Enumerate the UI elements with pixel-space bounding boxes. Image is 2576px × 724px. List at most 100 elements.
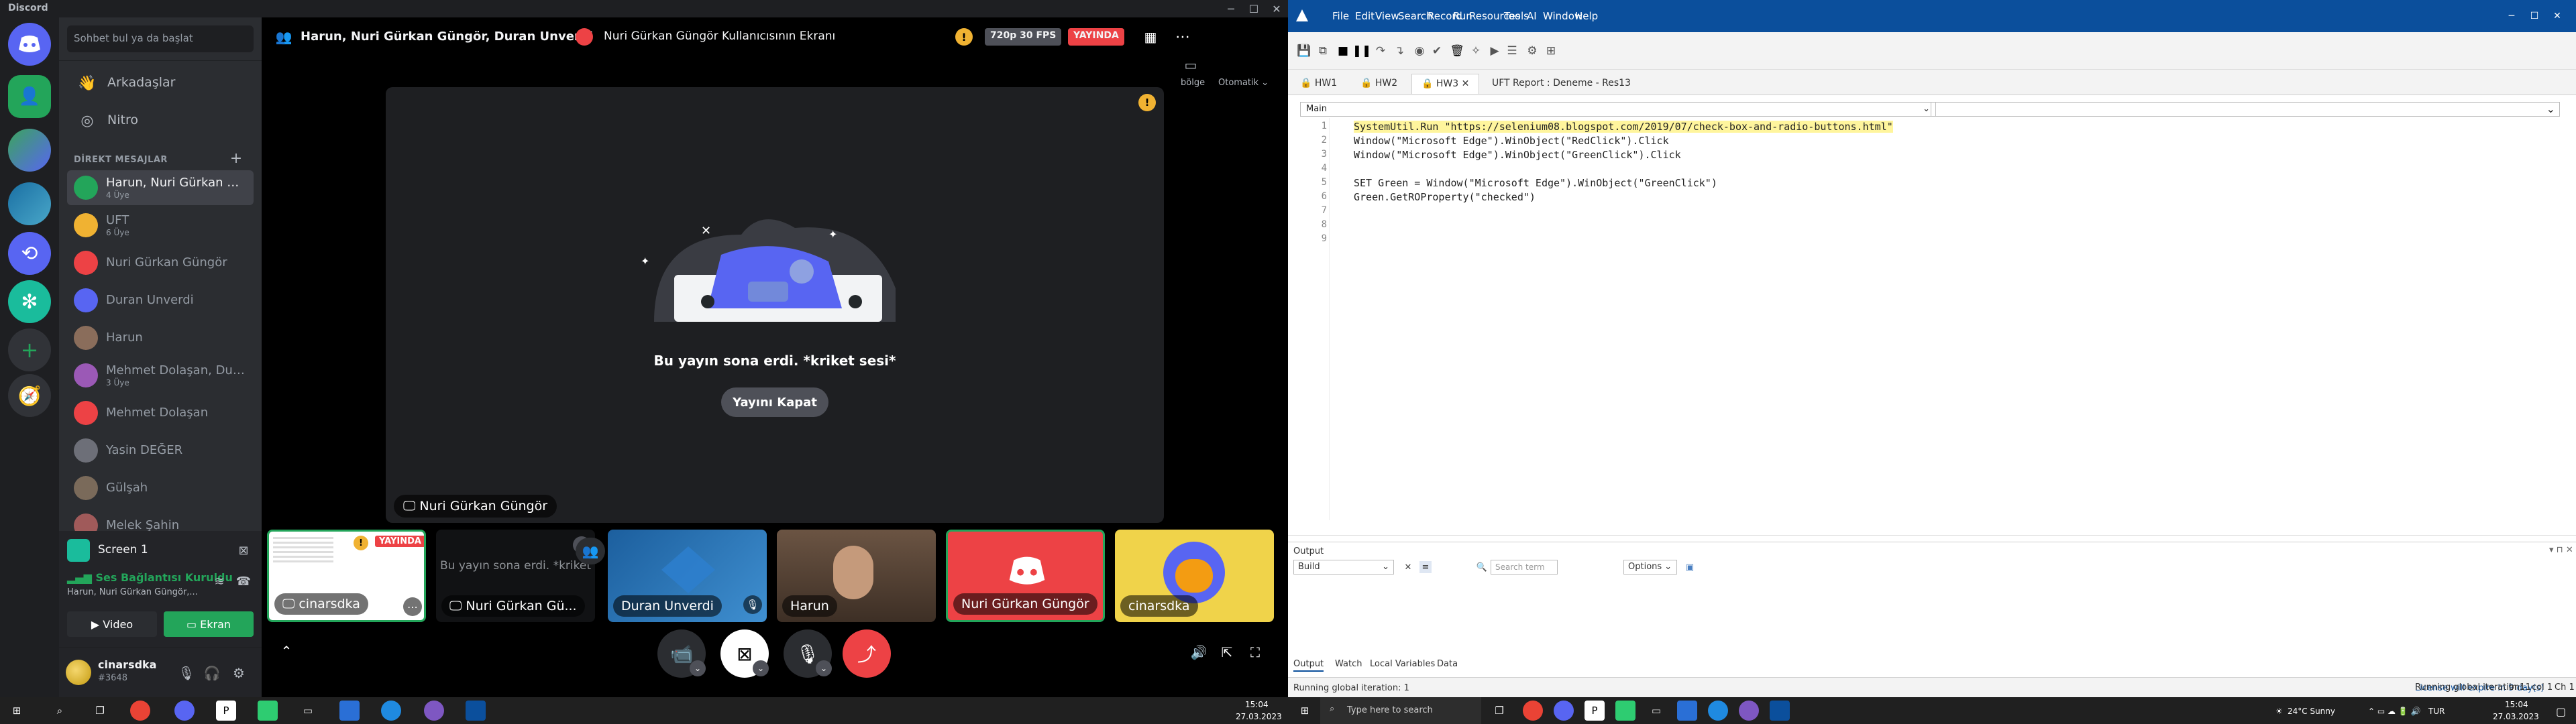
chevron-down-icon[interactable]: ⌄: [816, 660, 832, 676]
search-icon[interactable]: ⌕: [50, 701, 70, 721]
discord-taskbar-icon[interactable]: [174, 701, 195, 721]
participant-tile-duran[interactable]: Duran Unverdi 🎙: [608, 530, 767, 622]
output-tab-output[interactable]: Output: [1293, 659, 1324, 672]
add-dm-icon[interactable]: +: [228, 150, 244, 167]
server-icon-1[interactable]: 👤: [8, 75, 51, 118]
nav-friends[interactable]: 👋 Arkadaşlar: [67, 66, 254, 101]
discord-taskbar-icon[interactable]: [1554, 701, 1574, 721]
language-indicator[interactable]: TUR: [2428, 707, 2445, 716]
task-view-icon[interactable]: ❐: [90, 701, 110, 721]
app-icon-blue[interactable]: [1677, 701, 1697, 721]
participant-tile-nuri[interactable]: Nuri Gürkan Güngör: [946, 530, 1105, 622]
menu-file[interactable]: File: [1332, 10, 1349, 22]
pane-controls[interactable]: ▾ ⊓ ✕: [2549, 545, 2573, 555]
member-select[interactable]: ⌄: [1931, 102, 2560, 117]
warning-icon[interactable]: !: [1138, 94, 1156, 111]
menu-help[interactable]: Help: [1575, 10, 1598, 22]
gear-icon[interactable]: ⚙: [1524, 43, 1540, 59]
participant-tile-cinarsdka[interactable]: cinarsdka: [1115, 530, 1274, 622]
explore-icon[interactable]: 🧭: [8, 374, 51, 417]
popout-icon[interactable]: ▭: [1181, 55, 1201, 75]
dm-item[interactable]: Gülşah: [67, 471, 254, 505]
file-explorer-icon[interactable]: ▭: [1646, 701, 1666, 721]
maximize-icon[interactable]: ☐: [2526, 8, 2542, 24]
settings-icon[interactable]: ⚙: [229, 664, 248, 682]
fullscreen-icon[interactable]: ⛶: [1245, 642, 1265, 662]
dm-item[interactable]: Melek Şahin: [67, 508, 254, 532]
code-line[interactable]: SystemUtil.Run "https://selenium08.blogs…: [1354, 121, 1893, 133]
code-editor[interactable]: 1 SystemUtil.Run "https://selenium08.blog…: [1300, 118, 2571, 520]
minimize-icon[interactable]: ─: [2504, 8, 2520, 24]
object-repository-icon[interactable]: ⊞: [1543, 43, 1559, 59]
warning-icon[interactable]: !: [955, 28, 973, 46]
minimize-icon[interactable]: ─: [1220, 0, 1242, 17]
noise-icon[interactable]: ≋: [211, 572, 228, 590]
more-icon[interactable]: ⋯: [403, 597, 422, 616]
dm-item[interactable]: Yasin DEĞER: [67, 433, 254, 468]
code-line[interactable]: SET Green = Window("Microsoft Edge").Win…: [1354, 177, 1717, 189]
dm-item[interactable]: Harun, Nuri Gürkan G... 4 Üye: [67, 170, 254, 205]
output-source-select[interactable]: Build ⌄: [1293, 560, 1394, 575]
server-icon-5[interactable]: ✻: [8, 280, 51, 323]
search-input[interactable]: Search term: [1491, 560, 1558, 575]
code-line[interactable]: Green.GetROProperty("checked"): [1354, 191, 1536, 203]
search-input[interactable]: Sohbet bul ya da başlat: [67, 25, 254, 52]
participant-tile-self-stream[interactable]: YAYINDA ! 🖵 cinarsdka ⋯: [267, 530, 426, 622]
code-line[interactable]: Window("Microsoft Edge").WinObject("RedC…: [1354, 135, 1669, 147]
app-icon-k[interactable]: [258, 701, 278, 721]
delete-icon[interactable]: 🗑: [1449, 43, 1465, 59]
dm-item[interactable]: Harun: [67, 320, 254, 355]
server-icon-4[interactable]: ⟲: [8, 232, 51, 275]
file-explorer-icon[interactable]: ▭: [298, 701, 318, 721]
app-icon-blue[interactable]: [339, 701, 360, 721]
server-icon-3[interactable]: [8, 182, 51, 225]
start-icon[interactable]: ⊞: [1295, 701, 1315, 721]
chrome-icon[interactable]: [130, 701, 150, 721]
checkpoint-icon[interactable]: ✔: [1429, 43, 1445, 59]
edge-icon[interactable]: [1708, 701, 1728, 721]
task-view-icon[interactable]: ❐: [1489, 701, 1509, 721]
export-icon[interactable]: ▣: [1684, 561, 1696, 573]
close-tab-icon[interactable]: ✕: [1462, 78, 1470, 89]
participant-tile-stream-ended[interactable]: Bu yayın sona erdi. *kriket 🖵 Nuri Gürka…: [436, 530, 595, 622]
uft-taskbar-icon[interactable]: [1770, 701, 1790, 721]
region-select[interactable]: Otomatik ⌄: [1218, 78, 1269, 88]
tab-hw2[interactable]: 🔒 HW2: [1351, 74, 1407, 94]
participant-tile-harun[interactable]: Harun: [777, 530, 936, 622]
chevron-down-icon[interactable]: ⌄: [753, 660, 769, 676]
search-icon[interactable]: 🔍: [1476, 561, 1488, 573]
menu-edit[interactable]: Edit: [1355, 10, 1375, 22]
output-tab-data[interactable]: Data: [1437, 659, 1458, 669]
pause-icon[interactable]: ❚❚: [1352, 43, 1372, 59]
clear-icon[interactable]: ✕: [1402, 561, 1414, 573]
output-tab-watch[interactable]: Watch: [1335, 659, 1362, 669]
list-icon[interactable]: ☰: [1504, 43, 1520, 59]
record-icon[interactable]: ◉: [1411, 43, 1428, 59]
scope-select[interactable]: Main ⌄: [1300, 102, 1936, 117]
stop-icon[interactable]: ■: [1335, 43, 1351, 59]
tab-uft-report[interactable]: UFT Report : Deneme - Res13: [1483, 74, 1640, 94]
run-icon[interactable]: ▶: [1487, 43, 1503, 59]
close-icon[interactable]: ✕: [1265, 0, 1288, 17]
word-wrap-icon[interactable]: ≡: [1419, 561, 1432, 573]
dm-item[interactable]: Duran Unverdi: [67, 283, 254, 318]
leave-call-button[interactable]: ⤴: [843, 629, 891, 678]
app-icon-k[interactable]: [1615, 701, 1635, 721]
dm-item[interactable]: Mehmet Dolaşan, Dur... 3 Üye: [67, 358, 254, 393]
video-button[interactable]: ▶ Video: [67, 611, 157, 637]
weather-text[interactable]: 24°C Sunny: [2288, 707, 2335, 716]
splitter[interactable]: [1288, 535, 2576, 540]
discord-home-icon[interactable]: [8, 23, 51, 66]
menu-view[interactable]: View: [1375, 10, 1399, 22]
app-icon-purple[interactable]: [1739, 701, 1759, 721]
maximize-icon[interactable]: ☐: [1242, 0, 1265, 17]
more-icon[interactable]: ⋯: [1173, 27, 1193, 47]
tab-hw1[interactable]: 🔒 HW1: [1291, 74, 1346, 94]
chevron-down-icon[interactable]: ⌄: [690, 660, 706, 676]
menu-tools[interactable]: Tools: [1504, 10, 1529, 22]
save-icon[interactable]: 💾: [1296, 43, 1312, 59]
tray-icons[interactable]: ⌃ ▭ ☁ 🔋 🔊: [2368, 707, 2421, 716]
chevron-up-icon[interactable]: ⌃: [276, 641, 297, 661]
chrome-icon[interactable]: [1523, 701, 1543, 721]
edge-icon[interactable]: [381, 701, 401, 721]
